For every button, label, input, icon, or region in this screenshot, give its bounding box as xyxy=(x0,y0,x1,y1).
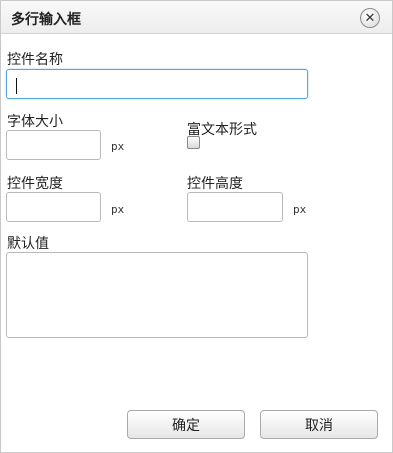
control-height-unit: px xyxy=(293,203,307,216)
control-height-input[interactable] xyxy=(187,192,283,222)
rich-text-checkbox[interactable] xyxy=(187,136,200,149)
close-button[interactable]: ✕ xyxy=(360,8,380,28)
control-name-label: 控件名称 xyxy=(7,52,63,68)
default-value-textarea[interactable] xyxy=(6,252,308,338)
control-height-label: 控件高度 xyxy=(187,176,243,192)
cancel-button[interactable]: 取消 xyxy=(260,410,378,439)
multiline-input-dialog: 多行输入框 ✕ 控件名称 字体大小 px 富文本形式 控件宽度 px 控件高度 … xyxy=(0,0,393,453)
dialog-title: 多行输入框 xyxy=(11,12,81,28)
control-width-label: 控件宽度 xyxy=(7,176,63,192)
control-name-input[interactable] xyxy=(6,69,308,99)
font-size-unit: px xyxy=(111,140,125,153)
font-size-input[interactable] xyxy=(6,130,101,160)
text-caret xyxy=(16,78,17,94)
control-width-input[interactable] xyxy=(6,192,101,222)
ok-button[interactable]: 确定 xyxy=(127,410,245,439)
font-size-label: 字体大小 xyxy=(7,114,63,130)
control-width-unit: px xyxy=(111,203,125,216)
default-value-label: 默认值 xyxy=(7,236,49,252)
dialog-titlebar: 多行输入框 ✕ xyxy=(1,1,392,34)
close-icon: ✕ xyxy=(364,10,376,26)
